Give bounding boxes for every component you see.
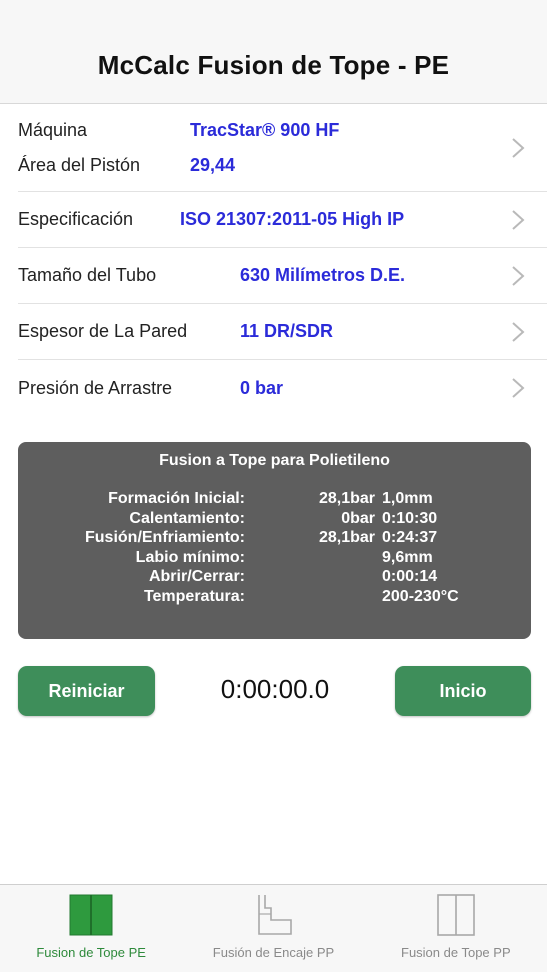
tab-label: Fusión de Encaje PP xyxy=(212,945,335,960)
results-table: Formación Inicial: 28,1bar 1,0mm Calenta… xyxy=(18,489,531,606)
result-row-open-close: Abrir/Cerrar: 0:00:14 xyxy=(18,567,531,587)
app-screen: McCalc Fusion de Tope - PE Máquina TracS… xyxy=(0,0,547,972)
piston-area-label: Área del Pistón xyxy=(18,154,141,175)
specification-value: ISO 21307:2011-05 High IP xyxy=(180,209,405,229)
page-title: McCalc Fusion de Tope - PE xyxy=(97,50,450,80)
result-row-min-bead: Labio mínimo: 9,6mm xyxy=(18,548,531,568)
tab-fusion-tope-pp[interactable]: Fusion de Tope PP xyxy=(365,885,547,972)
result-label: Abrir/Cerrar: xyxy=(148,568,245,585)
result-row-fusion-cooling: Fusión/Enfriamiento: 28,1bar 0:24:37 xyxy=(18,528,531,548)
chevron-right-icon xyxy=(512,378,525,398)
result-label: Calentamiento: xyxy=(129,509,245,527)
result-label: Temperatura: xyxy=(143,587,245,605)
machine-row[interactable]: Máquina TracStar® 900 HF Área del Pistón… xyxy=(18,104,547,192)
chevron-right-icon xyxy=(512,209,525,230)
reset-button[interactable]: Reiniciar xyxy=(18,666,155,716)
drag-pressure-row[interactable]: Presión de Arrastre 0 bar xyxy=(18,360,547,416)
result-row-temperature: Temperatura: 200-230°C xyxy=(18,587,531,607)
tab-label: Fusion de Tope PE xyxy=(36,945,146,960)
panel-title: Fusion a Tope para Polietileno xyxy=(159,452,390,469)
result-label: Fusión/Enfriamiento: xyxy=(85,529,245,546)
result-row-initial-bead: Formación Inicial: 28,1bar 1,0mm xyxy=(18,489,531,509)
settings-list: Máquina TracStar® 900 HF Área del Pistón… xyxy=(0,104,547,416)
machine-info: Máquina TracStar® 900 HF Área del Pistón… xyxy=(18,120,339,176)
result-value: 1,0mm xyxy=(382,490,433,507)
result-value: 200-230°C xyxy=(382,587,459,605)
drag-pressure-value: 0 bar xyxy=(240,377,284,398)
result-value: 0:10:30 xyxy=(382,509,438,527)
start-button[interactable]: Inicio xyxy=(395,666,531,716)
machine-value: TracStar® 900 HF xyxy=(190,119,340,140)
result-value: 9,6mm xyxy=(382,548,433,566)
specification-row[interactable]: Especificación ISO 21307:2011-05 High IP xyxy=(18,192,547,248)
drag-pressure-label: Presión de Arrastre xyxy=(18,377,173,398)
fusion-results-panel: Fusion a Tope para Polietileno Formación… xyxy=(18,442,531,639)
chevron-right-icon xyxy=(512,265,525,286)
butt-fusion-pp-icon xyxy=(437,894,475,936)
chevron-right-icon xyxy=(512,321,525,342)
wall-thickness-value: 11 DR/SDR xyxy=(240,321,334,341)
result-value: 0:24:37 xyxy=(382,529,438,546)
machine-label: Máquina xyxy=(18,119,88,140)
result-row-heating: Calentamiento: 0bar 0:10:30 xyxy=(18,509,531,529)
timer-display: 0:00:00.0 xyxy=(220,674,330,704)
nav-header: McCalc Fusion de Tope - PE xyxy=(0,0,547,104)
wall-thickness-label: Espesor de La Pared xyxy=(18,321,188,341)
tab-bar: Fusion de Tope PE Fusión de Encaje PP Fu… xyxy=(0,884,547,972)
chevron-right-icon xyxy=(512,137,525,158)
pipe-size-label: Tamaño del Tubo xyxy=(18,265,157,285)
piston-area-value: 29,44 xyxy=(190,154,236,175)
pipe-size-row[interactable]: Tamaño del Tubo 630 Milímetros D.E. xyxy=(18,248,547,304)
tab-label: Fusion de Tope PP xyxy=(401,945,511,960)
result-pressure: 28,1bar xyxy=(318,529,375,546)
result-pressure xyxy=(245,567,375,587)
result-pressure xyxy=(245,587,375,607)
butt-fusion-pe-icon xyxy=(69,894,113,936)
tab-fusion-encaje-pp[interactable]: Fusión de Encaje PP xyxy=(182,885,364,972)
result-label: Formación Inicial: xyxy=(108,490,245,507)
pipe-size-value: 630 Milímetros D.E. xyxy=(240,265,406,285)
result-value: 0:00:14 xyxy=(382,568,438,585)
wall-thickness-row[interactable]: Espesor de La Pared 11 DR/SDR xyxy=(18,304,547,360)
socket-fusion-pp-icon xyxy=(258,895,293,935)
result-pressure: 0bar xyxy=(341,509,375,527)
result-label: Labio mínimo: xyxy=(135,548,245,566)
result-pressure: 28,1bar xyxy=(318,490,375,507)
specification-label: Especificación xyxy=(18,209,134,229)
tab-fusion-tope-pe[interactable]: Fusion de Tope PE xyxy=(0,885,182,972)
result-pressure xyxy=(245,548,375,568)
